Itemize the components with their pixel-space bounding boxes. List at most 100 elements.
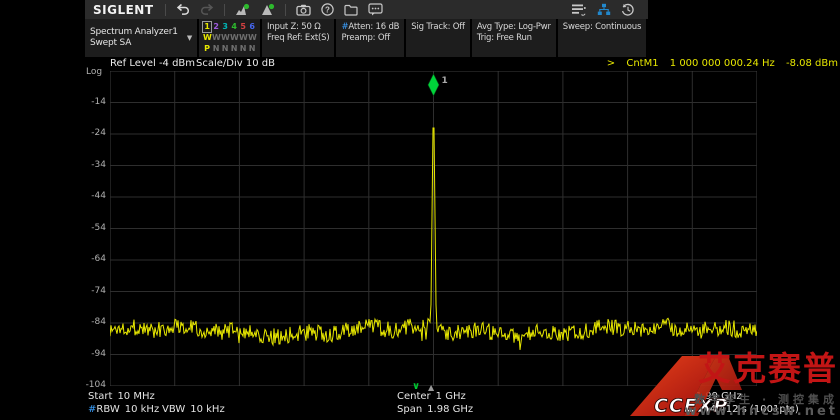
vbw-value: 10 kHz [190, 404, 224, 415]
trace-type-4: W [230, 33, 238, 43]
toolbar-divider [285, 4, 286, 16]
marker-readout[interactable]: > CntM1 1 000 000 000.24 Hz -8.08 dBm [607, 58, 838, 69]
mode-selector[interactable]: Spectrum Analyzer1 Swept SA ▼ [85, 19, 197, 57]
undo-button[interactable] [171, 0, 195, 19]
trace-indicators[interactable]: 123456WWWWWWPNNNNN [199, 19, 260, 57]
ref-level-field[interactable]: Ref Level -4 dBm [110, 58, 195, 69]
redo-icon [200, 3, 214, 16]
trace-number-6: 6 [248, 22, 256, 32]
amplitude-scale-label: Log [86, 67, 102, 77]
menu-list-icon [571, 3, 587, 16]
y-axis-label: -104 [72, 380, 106, 390]
trace-indicator-row: 123456 [203, 22, 256, 32]
center-freq-field[interactable]: Center 1 GHz [397, 391, 466, 402]
history-button[interactable] [616, 0, 640, 19]
y-axis-label: -34 [72, 160, 106, 170]
peak-search-button[interactable] [230, 0, 255, 19]
trace-number-2: 2 [212, 22, 220, 32]
screenshot-button[interactable] [291, 0, 316, 19]
trace-type-6: W [248, 33, 256, 43]
sweep-time-field[interactable]: Sweep(FFT) ~4.412 s (1001pts) [638, 404, 799, 415]
peak-search-icon [235, 3, 250, 16]
atten-settings-cell[interactable]: #Atten: 16 dB Preamp: Off [336, 19, 404, 57]
trace-indicator-row: PNNNNN [203, 44, 256, 54]
freq-ref-value: Freq Ref: Ext(S) [267, 33, 329, 44]
rbw-field[interactable]: #RBW10 kHz [88, 404, 159, 415]
vbw-field[interactable]: VBW 10 kHz [162, 404, 225, 415]
start-freq-value: 10 MHz [117, 391, 154, 402]
span-value: 1.98 GHz [427, 404, 473, 415]
trace-indicator-row: WWWWWW [203, 33, 256, 43]
preamp-value: Preamp: Off [341, 33, 399, 44]
ref-level-label: Ref Level [110, 58, 156, 69]
trace-number-5: 5 [239, 22, 247, 32]
marker-readout-freq: 1 000 000 000.24 Hz [670, 58, 775, 69]
marker-to-peak-button[interactable] [255, 0, 280, 19]
ref-level-value: -4 dBm [159, 58, 195, 69]
start-freq-field[interactable]: Start10 MHz [88, 391, 155, 402]
sig-track-cell[interactable]: Sig Track: Off [406, 19, 470, 57]
scale-div-field[interactable]: Scale/Div 10 dB [196, 58, 275, 69]
history-clock-icon [621, 3, 635, 16]
marker-diamond[interactable] [428, 74, 439, 96]
stop-freq-field[interactable]: Stop 1.99 GHz [668, 391, 742, 402]
lan-button[interactable] [592, 0, 616, 19]
sweep-time-label: Sweep(FFT) [638, 404, 696, 415]
sweep-time-value: ~4.412 s (1001pts) [701, 404, 798, 415]
svg-text:?: ? [325, 5, 330, 14]
message-button[interactable] [363, 0, 388, 19]
marker-readout-level: -8.08 dBm [786, 58, 838, 69]
trace-state-5: N [239, 44, 247, 54]
top-toolbar: SIGLENT ? [85, 0, 648, 19]
y-axis-label: -84 [72, 317, 106, 327]
chevron-down-icon: ▼ [187, 33, 192, 44]
avg-type-value: Avg Type: Log-Pwr [477, 22, 551, 33]
marker-readout-prefix: > [607, 58, 615, 69]
y-axis-label: -44 [72, 191, 106, 201]
redo-button[interactable] [195, 0, 219, 19]
stop-freq-value: 1.99 GHz [696, 391, 742, 402]
stop-freq-label: Stop [668, 391, 691, 402]
trig-value: Trig: Free Run [477, 33, 551, 44]
span-label: Span [397, 404, 422, 415]
menu-button[interactable] [566, 0, 592, 19]
y-axis-label: -54 [72, 223, 106, 233]
rbw-value: 10 kHz [125, 404, 159, 415]
trace-number-4: 4 [230, 22, 238, 32]
ref-level-row: Ref Level -4 dBm Scale/Div 10 dB > CntM1… [0, 57, 840, 71]
center-freq-value: 1 GHz [436, 391, 466, 402]
plot-area[interactable]: 1 [110, 71, 757, 386]
span-field[interactable]: Span 1.98 GHz [397, 404, 473, 415]
input-settings-cell[interactable]: Input Z: 50 Ω Freq Ref: Ext(S) [262, 19, 334, 57]
trace-type-3: W [221, 33, 229, 43]
scale-div-label: Scale/Div [196, 58, 243, 69]
atten-value: Atten: 16 dB [348, 22, 399, 32]
camera-icon [296, 4, 311, 16]
trace-state-2: N [212, 44, 220, 54]
sweep-mode-cell[interactable]: Sweep: Continuous [558, 19, 646, 57]
scale-div-value: 10 dB [246, 58, 275, 69]
lan-network-icon [597, 3, 611, 16]
y-axis-label: -94 [72, 349, 106, 359]
trace-type-5: W [239, 33, 247, 43]
sig-track-value: Sig Track: Off [411, 22, 465, 33]
marker-to-peak-icon [260, 3, 275, 16]
help-icon: ? [321, 3, 334, 16]
input-z-value: Input Z: 50 Ω [267, 22, 329, 33]
vbw-label: VBW [162, 404, 185, 415]
toolbar-divider [224, 4, 225, 16]
file-button[interactable] [339, 0, 363, 19]
help-button[interactable]: ? [316, 0, 339, 19]
avg-trig-cell[interactable]: Avg Type: Log-Pwr Trig: Free Run [472, 19, 556, 57]
settings-bar: Spectrum Analyzer1 Swept SA ▼ 123456WWWW… [85, 19, 646, 57]
mode-name: Spectrum Analyzer1 [90, 27, 178, 38]
mode-sub: Swept SA [90, 38, 178, 49]
undo-icon [176, 3, 190, 16]
siglent-logo: SIGLENT [93, 3, 154, 17]
trace-number-3: 3 [221, 22, 229, 32]
spectrum-plot[interactable]: 1 [110, 71, 757, 386]
marker-readout-name: CntM1 [626, 58, 658, 69]
toolbar-divider [165, 4, 166, 16]
y-axis-label: -64 [72, 254, 106, 264]
center-freq-label: Center [397, 391, 431, 402]
